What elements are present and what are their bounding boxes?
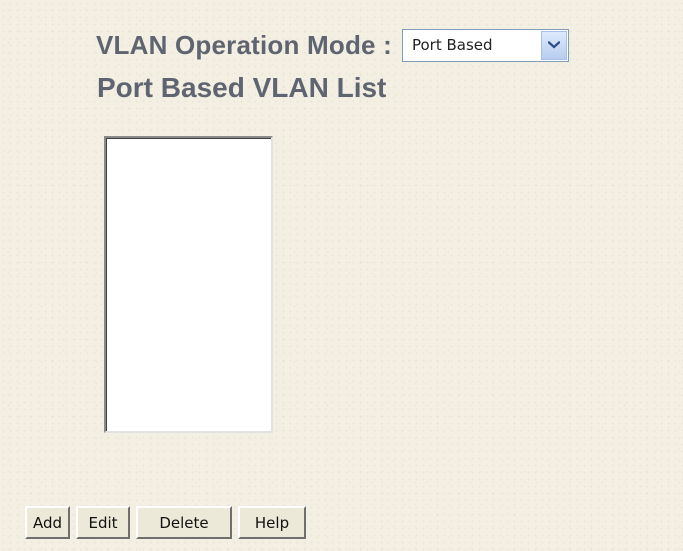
port-based-vlan-list-title: Port Based VLAN List [97,72,387,103]
delete-button[interactable]: Delete [136,506,232,539]
vlan-listbox[interactable] [104,136,273,433]
dropdown-button[interactable] [540,30,567,60]
chevron-down-icon [547,41,560,49]
vlan-operation-mode-label: VLAN Operation Mode : [96,29,392,60]
help-button[interactable]: Help [238,506,306,539]
add-button[interactable]: Add [25,506,70,539]
vlan-operation-mode-select[interactable]: Port Based [401,28,569,62]
vlan-operation-mode-value: Port Based [411,36,493,54]
vlan-operation-mode-row: VLAN Operation Mode : Port Based [96,26,569,64]
action-button-row: Add Edit Delete Help [25,506,312,539]
edit-button[interactable]: Edit [76,506,130,539]
